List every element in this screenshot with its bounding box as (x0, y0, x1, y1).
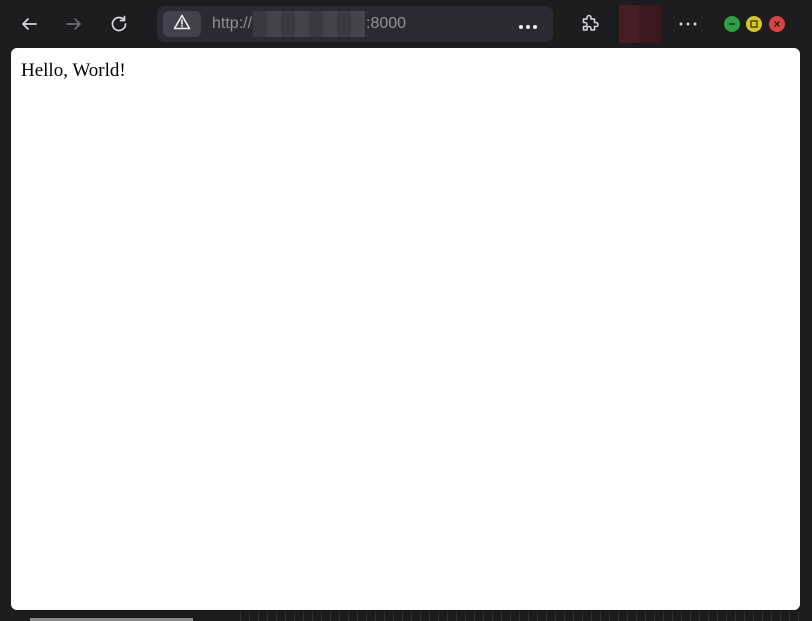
arrow-right-icon (65, 15, 83, 33)
maximize-icon (749, 19, 759, 29)
url-prefix: http:// (212, 15, 253, 32)
minimize-icon (727, 19, 737, 29)
puzzle-icon (580, 14, 600, 34)
hello-text: Hello, World! (21, 60, 126, 81)
more-horizontal-icon (679, 22, 697, 26)
background-text (236, 612, 806, 621)
page-actions-button[interactable] (514, 10, 542, 38)
back-button[interactable] (13, 8, 45, 40)
reload-icon (109, 14, 129, 34)
url-suffix: :8000 (366, 15, 407, 32)
redacted-host (253, 11, 366, 37)
close-icon (772, 19, 782, 29)
warning-icon (173, 14, 191, 34)
close-button[interactable] (769, 16, 785, 32)
extensions-button[interactable] (574, 8, 606, 40)
app-menu-button[interactable] (672, 8, 704, 40)
reload-button[interactable] (103, 8, 135, 40)
more-horizontal-icon (518, 15, 538, 34)
arrow-left-icon (20, 15, 38, 33)
address-bar[interactable]: http:// :8000 (157, 6, 553, 42)
profile-area-left (619, 5, 639, 43)
page-content: Hello, World! (11, 48, 800, 610)
minimize-button[interactable] (724, 16, 740, 32)
profile-area[interactable] (619, 5, 661, 43)
forward-button[interactable] (58, 8, 90, 40)
maximize-button[interactable] (746, 16, 762, 32)
url-text[interactable]: http:// :8000 (212, 6, 406, 42)
site-info-button[interactable] (163, 11, 201, 37)
browser-toolbar: http:// :8000 (0, 0, 812, 48)
